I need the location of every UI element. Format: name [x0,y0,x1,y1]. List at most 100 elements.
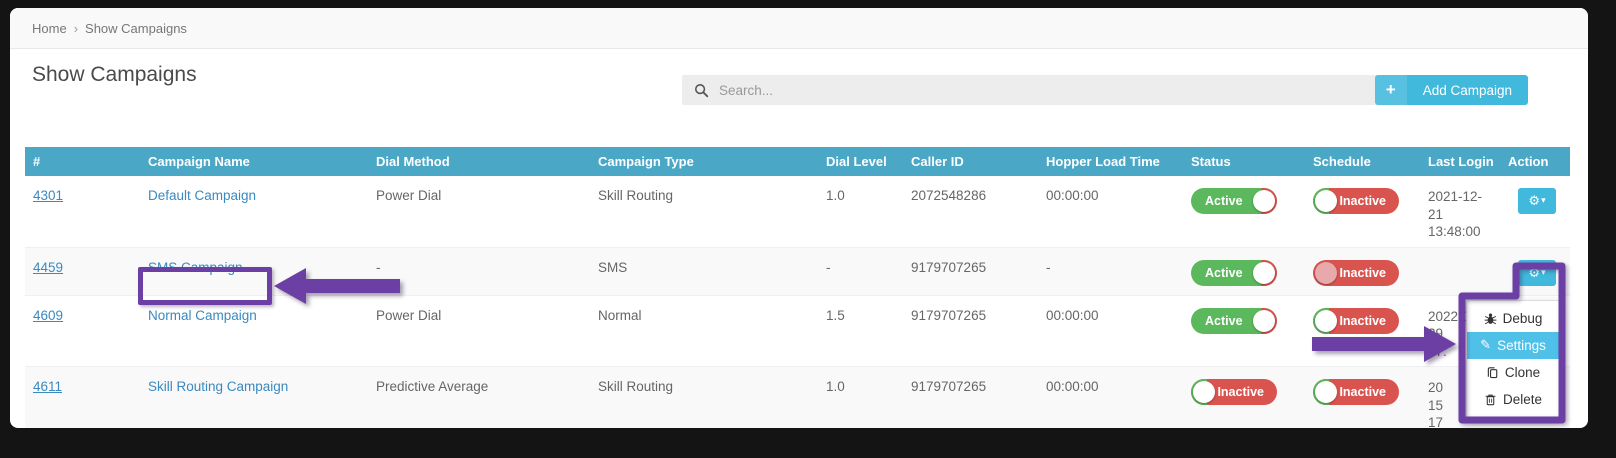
toggle-knob [1315,190,1337,212]
caller-id-cell: 2072548286 [903,176,1038,247]
col-header-campaign-type: Campaign Type [590,147,818,176]
action-gear-button[interactable]: ⚙▾ [1518,188,1556,214]
schedule-toggle[interactable]: Inactive [1313,188,1399,214]
col-header-dial-method: Dial Method [368,147,590,176]
campaign-id-link[interactable]: 4459 [33,260,63,275]
campaign-id-link[interactable]: 4611 [33,379,62,394]
last-login-cell [1420,247,1500,295]
dial-method-cell: Power Dial [368,176,590,247]
bug-icon [1484,312,1497,325]
dial-method-cell: Predictive Average [368,367,590,428]
menu-item-label: Clone [1505,365,1540,380]
pencil-icon: ✎ [1480,338,1491,353]
dial-level-cell: 1.5 [818,295,903,367]
breadcrumb-home-link[interactable]: Home [32,21,67,36]
table-row: 4611 Skill Routing Campaign Predictive A… [25,367,1570,428]
schedule-toggle[interactable]: Inactive [1313,308,1399,334]
toggle-label: Inactive [1339,266,1386,280]
campaign-name-link[interactable]: Default Campaign [148,188,256,203]
table-header-row: # Campaign Name Dial Method Campaign Typ… [25,147,1570,176]
caret-down-icon: ▾ [1541,268,1546,278]
dial-method-cell: Power Dial [368,295,590,367]
menu-item-label: Settings [1497,338,1546,353]
hopper-load-time-cell: 00:00:00 [1038,295,1183,367]
toggle-label: Active [1205,266,1243,280]
gear-icon: ⚙ [1528,266,1540,281]
col-header-id: # [25,147,140,176]
col-header-hopper-load-time: Hopper Load Time [1038,147,1183,176]
campaign-name-link[interactable]: SMS Campaign [148,260,243,275]
col-header-caller-id: Caller ID [903,147,1038,176]
toggle-knob [1253,262,1275,284]
caller-id-cell: 9179707265 [903,247,1038,295]
hopper-load-time-cell: - [1038,247,1183,295]
toggle-label: Inactive [1339,194,1386,208]
campaign-name-link[interactable]: Normal Campaign [148,308,257,323]
campaigns-table: # Campaign Name Dial Method Campaign Typ… [25,147,1570,428]
campaign-name-link[interactable]: Skill Routing Campaign [148,379,288,394]
toggle-label: Inactive [1339,385,1386,399]
menu-item-debug[interactable]: Debug [1467,305,1559,332]
add-campaign-label: Add Campaign [1407,75,1528,105]
campaign-type-cell: Skill Routing [590,176,818,247]
menu-item-label: Debug [1503,311,1543,326]
table-row: 4459 SMS Campaign - SMS - 9179707265 - A… [25,247,1570,295]
search-icon [694,83,709,98]
col-header-dial-level: Dial Level [818,147,903,176]
dial-level-cell: - [818,247,903,295]
trash-icon [1484,393,1497,406]
col-header-status: Status [1183,147,1305,176]
caller-id-cell: 9179707265 [903,295,1038,367]
col-header-schedule: Schedule [1305,147,1420,176]
schedule-toggle[interactable]: Inactive [1313,379,1399,405]
plus-icon: + [1375,75,1407,105]
toggle-label: Active [1205,194,1243,208]
menu-item-settings[interactable]: ✎ Settings [1467,332,1559,359]
table-row: 4301 Default Campaign Power Dial Skill R… [25,176,1570,247]
col-header-campaign-name: Campaign Name [140,147,368,176]
campaign-type-cell: SMS [590,247,818,295]
status-toggle[interactable]: Active [1191,260,1277,286]
campaign-id-link[interactable]: 4609 [33,308,63,323]
gear-icon: ⚙ [1528,194,1540,209]
toggle-knob [1193,381,1215,403]
toggle-knob [1253,190,1275,212]
status-toggle[interactable]: Active [1191,188,1277,214]
toggle-knob [1315,381,1337,403]
schedule-toggle[interactable]: Inactive [1313,260,1399,286]
breadcrumb-current: Show Campaigns [85,21,187,36]
caret-down-icon: ▾ [1541,196,1546,206]
col-header-last-login: Last Login [1420,147,1500,176]
action-gear-button[interactable]: ⚙▾ [1518,260,1556,286]
last-login-cell: 2021-12- 21 13:48:00 [1420,176,1500,247]
col-header-action: Action [1500,147,1570,176]
toolbar: Show Campaigns + Add Campaign [10,63,1588,147]
dial-level-cell: 1.0 [818,367,903,428]
dial-method-cell: - [368,247,590,295]
toggle-label: Active [1205,314,1243,328]
toggle-knob [1315,310,1337,332]
chevron-right-icon: › [74,21,78,36]
toggle-label: Inactive [1339,314,1386,328]
toggle-label: Inactive [1217,385,1264,399]
search-input[interactable] [717,74,1394,106]
status-toggle[interactable]: Active [1191,308,1277,334]
campaign-id-link[interactable]: 4301 [33,188,63,203]
toggle-knob [1315,262,1337,284]
menu-item-delete[interactable]: Delete [1467,386,1559,413]
search-box [682,75,1394,105]
app-window: Home › Show Campaigns Show Campaigns + A… [10,8,1588,428]
clone-icon [1486,366,1499,379]
caller-id-cell: 9179707265 [903,367,1038,428]
campaign-type-cell: Skill Routing [590,367,818,428]
menu-item-clone[interactable]: Clone [1467,359,1559,386]
campaign-type-cell: Normal [590,295,818,367]
toggle-knob [1253,310,1275,332]
action-dropdown-menu: Debug ✎ Settings Clone [1466,300,1560,418]
status-toggle[interactable]: Inactive [1191,379,1277,405]
table-row: 4609 Normal Campaign Power Dial Normal 1… [25,295,1570,367]
hopper-load-time-cell: 00:00:00 [1038,176,1183,247]
hopper-load-time-cell: 00:00:00 [1038,367,1183,428]
add-campaign-button[interactable]: + Add Campaign [1375,75,1528,105]
menu-item-label: Delete [1503,392,1542,407]
